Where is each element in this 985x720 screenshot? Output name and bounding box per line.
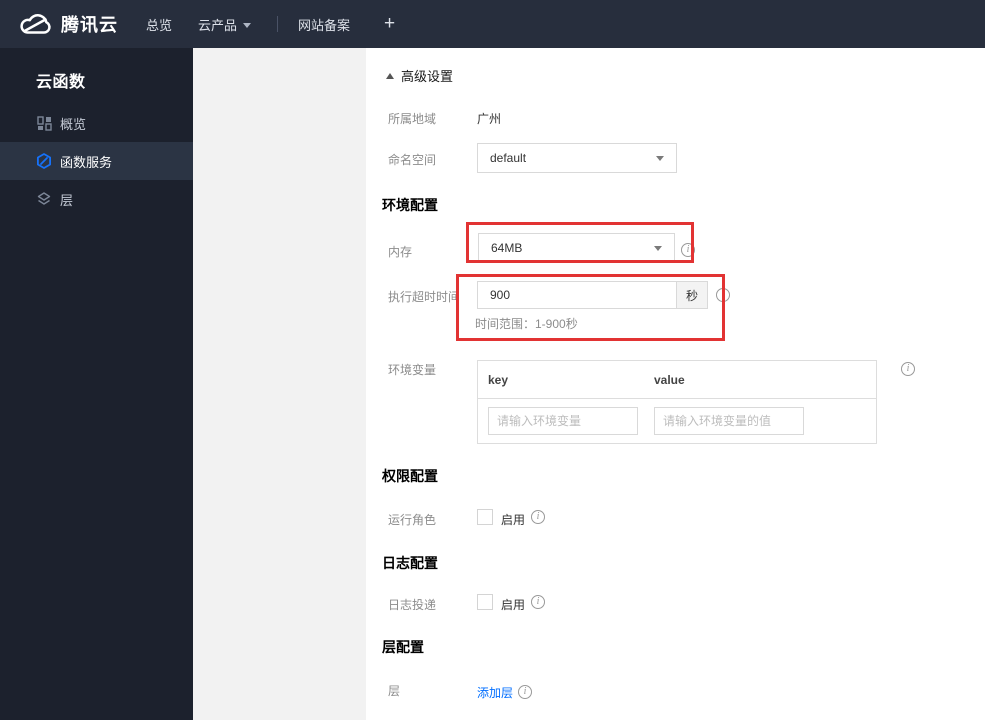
run-role-checkbox[interactable]: [477, 509, 493, 525]
cloud-logo-icon: [18, 11, 52, 37]
secondary-panel: [193, 48, 366, 720]
add-layer-link[interactable]: 添加层: [477, 684, 513, 701]
collapse-arrow-icon: [386, 72, 394, 79]
memory-select[interactable]: 64MB: [478, 233, 675, 263]
envvar-value-input[interactable]: [654, 407, 804, 435]
advanced-settings-toggle[interactable]: 高级设置: [386, 66, 453, 85]
top-nav: 腾讯云 总览 云产品 网站备案 +: [0, 0, 985, 48]
log-delivery-label: 日志投递: [388, 598, 437, 612]
function-config-form: 高级设置 所属地域 广州 命名空间 default 环境配置 内存 64MB i…: [366, 48, 985, 720]
run-role-info-icon[interactable]: i: [531, 510, 545, 524]
run-role-enable-label[interactable]: 启用: [501, 511, 525, 528]
envvar-value-header: value: [654, 372, 685, 387]
dropdown-arrow-icon: [654, 245, 662, 251]
sidebar: 云函数 概览 函数服务 层: [0, 48, 193, 720]
nav-item-overview[interactable]: 总览: [146, 15, 172, 34]
env-config-title: 环境配置: [382, 197, 438, 213]
brand-name: 腾讯云: [61, 15, 118, 35]
tencent-cloud-logo[interactable]: 腾讯云: [18, 11, 118, 37]
memory-info-icon[interactable]: i: [681, 243, 695, 257]
timeout-info-icon[interactable]: i: [716, 288, 730, 302]
timeout-range-hint: 时间范围：1-900秒: [475, 317, 578, 331]
scf-hexagon-icon: [36, 153, 52, 169]
sidebar-item-function-service[interactable]: 函数服务: [0, 142, 193, 180]
timeout-input[interactable]: [477, 281, 677, 309]
log-delivery-info-icon[interactable]: i: [531, 595, 545, 609]
log-config-title: 日志配置: [382, 555, 438, 571]
log-delivery-enable-label[interactable]: 启用: [501, 596, 525, 613]
log-delivery-checkbox[interactable]: [477, 594, 493, 610]
timeout-unit-suffix: 秒: [677, 281, 708, 309]
envvar-info-icon[interactable]: i: [901, 362, 915, 376]
envvar-label: 环境变量: [388, 363, 437, 377]
envvar-key-header: key: [488, 372, 509, 387]
layer-info-icon[interactable]: i: [518, 685, 532, 699]
envvar-table-header: key value: [478, 361, 876, 399]
layer-label: 层: [388, 684, 401, 698]
region-value: 广州: [477, 112, 502, 126]
namespace-select[interactable]: default: [477, 143, 677, 173]
sidebar-item-label: 函数服务: [60, 154, 113, 170]
run-role-label: 运行角色: [388, 513, 437, 527]
memory-selected-value: 64MB: [491, 241, 523, 255]
perm-config-title: 权限配置: [382, 468, 438, 484]
chevron-down-icon: [243, 22, 252, 28]
envvar-table: key value: [477, 360, 877, 444]
layer-config-title: 层配置: [382, 639, 424, 655]
nav-products-label: 云产品: [198, 17, 238, 33]
nav-item-beian[interactable]: 网站备案: [298, 15, 350, 34]
sidebar-item-label: 层: [60, 192, 74, 208]
sidebar-item-label: 概览: [60, 116, 87, 132]
timeout-label: 执行超时时间: [388, 290, 461, 304]
grid-icon: [36, 115, 52, 131]
sidebar-item-overview[interactable]: 概览: [0, 104, 193, 142]
envvar-key-input[interactable]: [488, 407, 638, 435]
layers-icon: [36, 191, 52, 207]
sidebar-item-layers[interactable]: 层: [0, 180, 193, 218]
memory-label: 内存: [388, 245, 413, 259]
nav-add-tab-button[interactable]: +: [384, 13, 395, 35]
region-label: 所属地域: [388, 112, 437, 126]
nav-item-products[interactable]: 云产品: [198, 15, 252, 34]
product-title: 云函数: [36, 74, 86, 91]
nav-divider: [277, 16, 279, 32]
namespace-label: 命名空间: [388, 153, 437, 167]
namespace-selected-value: default: [490, 151, 527, 165]
advanced-settings-label: 高级设置: [401, 69, 454, 84]
sidebar-menu: 概览 函数服务 层: [0, 104, 193, 218]
envvar-row: [478, 399, 876, 443]
timeout-field: 秒: [477, 281, 708, 309]
dropdown-arrow-icon: [656, 155, 664, 161]
